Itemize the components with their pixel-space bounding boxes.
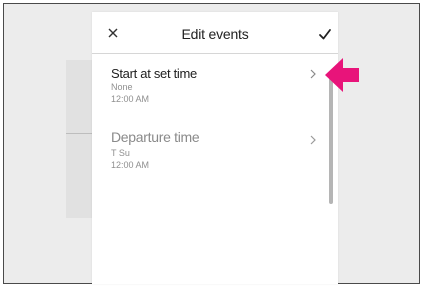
event-row-start-at-set-time[interactable]: Start at set time None 12:00 AM: [92, 64, 326, 126]
event-title: Departure time: [111, 129, 200, 145]
chevron-right-icon: [310, 69, 316, 79]
scrollbar[interactable]: [329, 78, 333, 204]
edit-events-panel: Edit events Start at set time None 12:00…: [92, 12, 338, 284]
event-repeat: None: [111, 82, 133, 92]
close-button[interactable]: [102, 22, 124, 44]
close-icon: [108, 28, 118, 38]
event-time: 12:00 AM: [111, 160, 150, 170]
checkmark-icon: [319, 29, 331, 40]
event-repeat: T Su: [111, 148, 130, 158]
confirm-button[interactable]: [314, 23, 336, 45]
pointer-arrow-icon: [325, 58, 359, 92]
event-title: Start at set time: [111, 66, 197, 81]
panel-header: Edit events: [92, 12, 338, 54]
event-row-departure-time[interactable]: Departure time T Su 12:00 AM: [92, 128, 326, 190]
panel-title: Edit events: [181, 26, 249, 42]
event-time: 12:00 AM: [111, 94, 150, 104]
chevron-right-icon: [310, 135, 316, 145]
